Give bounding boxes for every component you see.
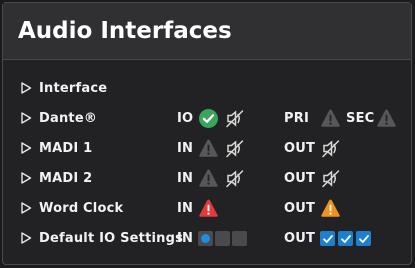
- out-checkboxes: [320, 231, 371, 246]
- row-madi-2[interactable]: MADI 2 IN OUT: [3, 167, 411, 191]
- out-status-icons: [320, 198, 341, 219]
- in-option-1-selected[interactable]: [198, 231, 213, 246]
- expand-triangle-icon[interactable]: [20, 232, 32, 244]
- in-label: IN: [177, 171, 194, 186]
- row-label: MADI 2: [39, 171, 93, 186]
- expand-triangle-icon[interactable]: [20, 172, 32, 184]
- out-label: OUT: [284, 141, 316, 156]
- in-option-2[interactable]: [215, 231, 230, 246]
- audio-interfaces-panel: Audio Interfaces Interface Dante® IO PRI…: [2, 2, 412, 265]
- out-checkbox-1[interactable]: [320, 231, 335, 246]
- pri-label: PRI: [284, 111, 309, 126]
- row-label: Default IO Settings: [39, 231, 184, 246]
- checkmark-icon: [340, 234, 351, 243]
- checkmark-icon: [322, 234, 333, 243]
- in-option-3[interactable]: [232, 231, 247, 246]
- sec-status-icons: [376, 108, 397, 129]
- row-interface-header[interactable]: Interface: [3, 77, 411, 101]
- row-madi-1[interactable]: MADI 1 IN OUT: [3, 137, 411, 161]
- row-label: Dante®: [39, 111, 98, 126]
- row-label: Interface: [39, 81, 108, 96]
- row-default-io-settings[interactable]: Default IO Settings IN OUT: [3, 227, 411, 251]
- sec-label: SEC: [346, 111, 375, 126]
- out-label: OUT: [284, 201, 316, 216]
- panel-header: Audio Interfaces: [3, 3, 411, 60]
- row-word-clock[interactable]: Word Clock IN OUT: [3, 197, 411, 221]
- in-label: IN: [177, 201, 194, 216]
- no-signal-icon: [226, 110, 244, 128]
- no-signal-icon: [226, 140, 244, 158]
- out-status-icons: [320, 168, 341, 189]
- row-label: Word Clock: [39, 201, 124, 216]
- in-status-icons: [198, 138, 245, 159]
- in-label: IN: [177, 231, 194, 246]
- warning-orange-icon: [321, 199, 340, 217]
- in-status-icons: [198, 198, 219, 219]
- check-circle-icon: [199, 109, 218, 128]
- in-radio-selector: [198, 231, 247, 246]
- out-checkbox-3[interactable]: [356, 231, 371, 246]
- expand-triangle-icon[interactable]: [20, 82, 32, 94]
- io-status-icons: [198, 108, 245, 129]
- io-label: IO: [177, 111, 194, 126]
- expand-triangle-icon[interactable]: [20, 112, 32, 124]
- out-status-icons: [320, 138, 341, 159]
- in-status-icons: [198, 168, 245, 189]
- checkmark-icon: [358, 234, 369, 243]
- expand-triangle-icon[interactable]: [20, 142, 32, 154]
- expand-triangle-icon[interactable]: [20, 202, 32, 214]
- in-label: IN: [177, 141, 194, 156]
- out-label: OUT: [284, 231, 316, 246]
- no-signal-icon: [322, 170, 340, 188]
- warning-gray-icon: [377, 109, 396, 127]
- warning-gray-icon: [321, 109, 340, 127]
- out-label: OUT: [284, 171, 316, 186]
- no-signal-icon: [322, 140, 340, 158]
- warning-gray-icon: [199, 169, 218, 187]
- row-label: MADI 1: [39, 141, 93, 156]
- pri-status-icons: [320, 108, 341, 129]
- panel-title: Audio Interfaces: [18, 18, 232, 44]
- row-dante[interactable]: Dante® IO PRI SEC: [3, 107, 411, 131]
- warning-gray-icon: [199, 139, 218, 157]
- warning-red-icon: [199, 199, 218, 217]
- out-checkbox-2[interactable]: [338, 231, 353, 246]
- no-signal-icon: [226, 170, 244, 188]
